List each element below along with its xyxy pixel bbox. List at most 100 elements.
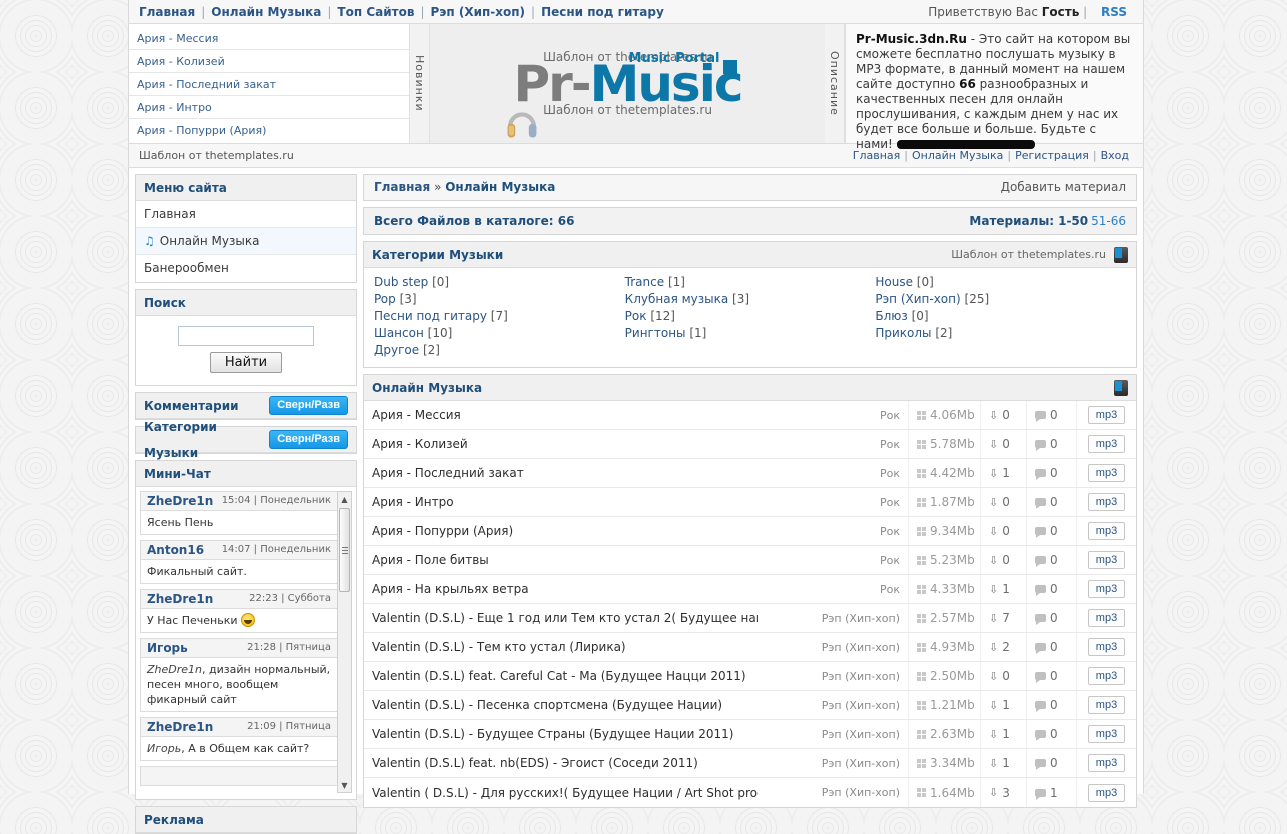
track-category[interactable]: Рэп (Хип-хоп) [758, 604, 908, 632]
play-mp3-button[interactable]: mp3 [1087, 493, 1126, 511]
category-link[interactable]: Шансон [374, 326, 424, 340]
topnav-link-guitar-songs[interactable]: Песни под гитару [535, 5, 670, 19]
category-item[interactable]: Рок [12] [625, 308, 876, 325]
track-title[interactable]: Valentin (D.S.L) feat. nb(EDS) - Эгоист … [364, 749, 758, 777]
track-title[interactable]: Ария - Последний закат [364, 459, 758, 487]
track-title[interactable]: Valentin ( D.S.L) - Для русских!( Будуще… [364, 778, 758, 807]
category-item[interactable]: Другое [2] [374, 342, 625, 359]
track-title[interactable]: Valentin (D.S.L) feat. Careful Cat - Ma … [364, 662, 758, 690]
news-item[interactable]: Ария - Интро [129, 96, 409, 119]
search-input[interactable] [178, 326, 314, 346]
track-category[interactable]: Рок [758, 430, 908, 458]
category-link[interactable]: Другое [374, 343, 419, 357]
materials-page-next[interactable]: 51-66 [1091, 207, 1126, 235]
track-title[interactable]: Valentin (D.S.L) - Еще 1 год или Тем кто… [364, 604, 758, 632]
track-category[interactable]: Рок [758, 488, 908, 516]
track-title[interactable]: Valentin (D.S.L) - Песенка спортсмена (Б… [364, 691, 758, 719]
play-mp3-button[interactable]: mp3 [1087, 696, 1126, 714]
track-category[interactable]: Рок [758, 575, 908, 603]
play-mp3-button[interactable]: mp3 [1087, 754, 1126, 772]
download-icon[interactable] [1114, 379, 1128, 396]
news-item-link[interactable]: Ария - Мессия [137, 32, 218, 45]
play-mp3-button[interactable]: mp3 [1087, 464, 1126, 482]
track-category[interactable]: Рэп (Хип-хоп) [758, 633, 908, 661]
play-mp3-button[interactable]: mp3 [1087, 435, 1126, 453]
sidebar-item-banner-exchange-label[interactable]: Банерообмен [144, 255, 229, 282]
track-category[interactable]: Рок [758, 546, 908, 574]
search-button[interactable]: Найти [209, 352, 283, 373]
category-link[interactable]: House [875, 275, 913, 289]
category-link[interactable]: Приколы [875, 326, 931, 340]
track-category[interactable]: Рэп (Хип-хоп) [758, 720, 908, 748]
category-item[interactable]: Pop [3] [374, 291, 625, 308]
chat-author[interactable]: Игорь [147, 638, 247, 658]
track-title[interactable]: Ария - Поле битвы [364, 546, 758, 574]
category-link[interactable]: Рок [625, 309, 647, 323]
category-link[interactable]: Dub step [374, 275, 428, 289]
track-title[interactable]: Ария - На крыльях ветра [364, 575, 758, 603]
track-category[interactable]: Рэп (Хип-хоп) [758, 749, 908, 777]
news-item[interactable]: Ария - Мессия [129, 27, 409, 50]
category-link[interactable]: Клубная музыка [625, 292, 729, 306]
play-mp3-button[interactable]: mp3 [1087, 406, 1126, 424]
sidebar-item-online-music[interactable]: ♫ Онлайн Музыка [136, 228, 356, 255]
category-link[interactable]: Trance [625, 275, 664, 289]
track-title[interactable]: Valentin (D.S.L) - Будущее Страны (Будущ… [364, 720, 758, 748]
tab-new-items[interactable]: Новинки [410, 24, 430, 143]
mini-chat-scrollbar[interactable]: ▲ ▼ [337, 491, 352, 793]
track-category[interactable]: Рэп (Хип-хоп) [758, 662, 908, 690]
track-category[interactable]: Рок [758, 401, 908, 429]
chat-author[interactable]: Anton16 [147, 540, 222, 560]
category-item[interactable]: Клубная музыка [3] [625, 291, 876, 308]
music-categories-collapse-button[interactable]: Сверн/Разв [269, 430, 348, 449]
comments-collapse-button[interactable]: Сверн/Разв [269, 396, 348, 415]
track-title[interactable]: Ария - Колизей [364, 430, 758, 458]
category-item[interactable]: Рингтоны [1] [625, 325, 876, 342]
tab-description[interactable]: Описание [825, 24, 845, 143]
sidebar-item-banner-exchange[interactable]: Банерообмен [136, 255, 356, 282]
download-icon[interactable] [1114, 246, 1128, 263]
topnav-link-home[interactable]: Главная [139, 5, 201, 19]
category-link[interactable]: Pop [374, 292, 396, 306]
sidebar-item-home[interactable]: Главная [136, 201, 356, 228]
track-category[interactable]: Рок [758, 517, 908, 545]
category-item[interactable]: House [0] [875, 274, 1126, 291]
subnav-link-online-music[interactable]: Онлайн Музыка [908, 149, 1007, 162]
track-title[interactable]: Valentin (D.S.L) - Тем кто устал (Лирика… [364, 633, 758, 661]
news-item-link[interactable]: Ария - Попурри (Ария) [137, 124, 266, 137]
play-mp3-button[interactable]: mp3 [1087, 783, 1126, 802]
category-item[interactable]: Рэп (Хип-хоп) [25] [875, 291, 1126, 308]
track-title[interactable]: Ария - Попурри (Ария) [364, 517, 758, 545]
news-item[interactable]: Ария - Последний закат [129, 73, 409, 96]
add-material-link[interactable]: Добавить материал [1001, 174, 1126, 201]
news-item-link[interactable]: Ария - Интро [137, 101, 212, 114]
category-item[interactable]: Шансон [10] [374, 325, 625, 342]
track-category[interactable]: Рэп (Хип-хоп) [758, 691, 908, 719]
track-category[interactable]: Рок [758, 459, 908, 487]
scroll-up-icon[interactable]: ▲ [338, 492, 351, 506]
sidebar-item-online-music-label[interactable]: Онлайн Музыка [160, 228, 260, 255]
category-item[interactable]: Trance [1] [625, 274, 876, 291]
track-title[interactable]: Ария - Мессия [364, 401, 758, 429]
topnav-link-online-music[interactable]: Онлайн Музыка [205, 5, 327, 19]
category-link[interactable]: Песни под гитару [374, 309, 487, 323]
breadcrumb-home-link[interactable]: Главная [374, 180, 430, 194]
scrollbar-thumb[interactable] [339, 508, 350, 592]
play-mp3-button[interactable]: mp3 [1087, 522, 1126, 540]
play-mp3-button[interactable]: mp3 [1087, 551, 1126, 569]
play-mp3-button[interactable]: mp3 [1087, 667, 1126, 685]
chat-author[interactable]: ZheDre1n [147, 717, 247, 737]
news-item-link[interactable]: Ария - Колизей [137, 55, 225, 68]
category-item[interactable]: Приколы [2] [875, 325, 1126, 342]
topnav-link-rap[interactable]: Рэп (Хип-хоп) [424, 5, 531, 19]
play-mp3-button[interactable]: mp3 [1087, 609, 1126, 627]
scroll-down-icon[interactable]: ▼ [338, 778, 351, 792]
category-item[interactable]: Песни под гитару [7] [374, 308, 625, 325]
sidebar-item-home-label[interactable]: Главная [144, 201, 196, 228]
track-title[interactable]: Ария - Интро [364, 488, 758, 516]
chat-author[interactable]: ZheDre1n [147, 491, 222, 511]
topnav-link-top-sites[interactable]: Топ Сайтов [331, 5, 420, 19]
category-link[interactable]: Рингтоны [625, 326, 686, 340]
chat-author[interactable]: ZheDre1n [147, 589, 249, 609]
play-mp3-button[interactable]: mp3 [1087, 580, 1126, 598]
